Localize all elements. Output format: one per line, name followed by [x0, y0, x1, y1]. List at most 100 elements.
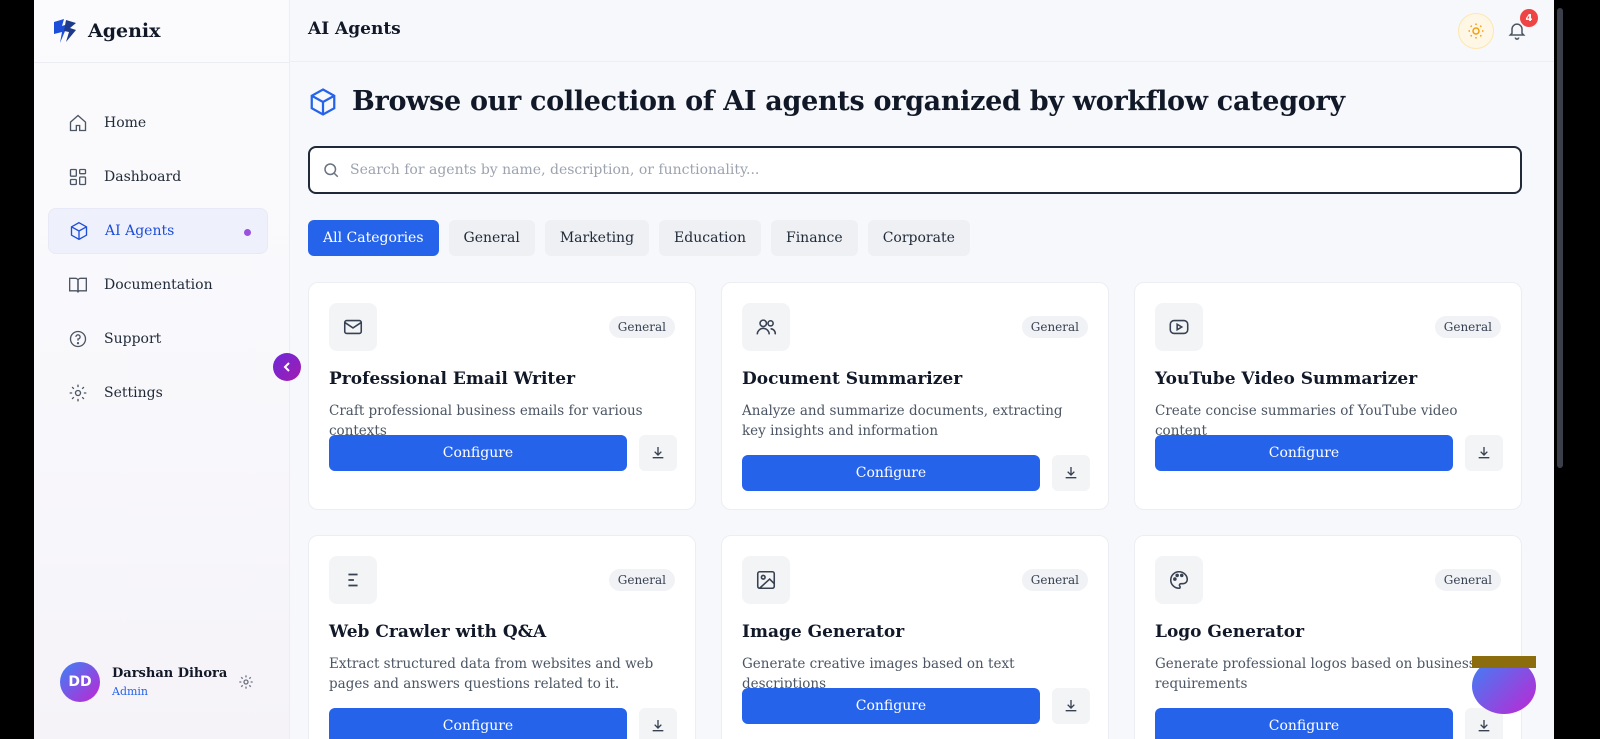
search-icon	[324, 163, 339, 178]
filter-chip-marketing[interactable]: Marketing	[544, 220, 650, 256]
filter-chip-finance[interactable]: Finance	[770, 220, 858, 256]
dashboard-icon	[69, 168, 87, 186]
main-content: Browse our collection of AI agents organ…	[290, 62, 1554, 739]
app-window: Agenix Home Dashboard AI Agents Document…	[34, 0, 1554, 739]
cube-icon	[70, 221, 88, 241]
avatar: DD	[60, 662, 100, 702]
sidebar-nav: Home Dashboard AI Agents Documentation S…	[48, 100, 268, 424]
agent-card: General Professional Email Writer Craft …	[308, 282, 696, 510]
filter-chip-all-categories[interactable]: All Categories	[308, 220, 439, 256]
sidebar-item-label: Home	[104, 115, 147, 131]
user-info: Darshan Dihora Admin	[112, 666, 227, 698]
agent-card: General YouTube Video Summarizer Create …	[1134, 282, 1522, 510]
configure-button[interactable]: Configure	[1155, 708, 1453, 739]
category-badge: General	[1021, 316, 1088, 338]
sidebar-item-home[interactable]: Home	[48, 100, 268, 146]
download-icon	[652, 720, 664, 732]
agent-description: Generate professional logos based on bus…	[1155, 656, 1476, 692]
agent-card: General Web Crawler with Q&A Extract str…	[308, 535, 696, 739]
agent-description: Extract structured data from websites an…	[329, 656, 654, 692]
cube-icon	[310, 87, 336, 116]
search-input[interactable]	[350, 162, 1500, 178]
sidebar-item-label: Documentation	[104, 277, 213, 293]
sidebar-item-label: AI Agents	[105, 223, 175, 239]
agent-title: Logo Generator	[1155, 622, 1305, 642]
download-icon	[1065, 700, 1077, 712]
filter-chip-general[interactable]: General	[448, 220, 535, 256]
page-heading-text: Browse our collection of AI agents organ…	[352, 86, 1345, 117]
agent-title: Web Crawler with Q&A	[329, 622, 547, 642]
agenix-logo-icon	[54, 19, 76, 43]
topbar: AI Agents 4	[290, 0, 1554, 62]
category-badge: General	[1434, 316, 1501, 338]
download-button[interactable]	[639, 435, 677, 471]
sidebar: Agenix Home Dashboard AI Agents Document…	[34, 0, 290, 739]
download-icon	[1478, 447, 1490, 459]
mail-icon	[329, 303, 377, 351]
sidebar-collapse-button[interactable]	[273, 353, 301, 381]
configure-button[interactable]: Configure	[742, 688, 1040, 724]
page-title: AI Agents	[308, 19, 401, 39]
sidebar-item-ai-agents[interactable]: AI Agents	[48, 208, 268, 254]
agent-card: General Document Summarizer Analyze and …	[721, 282, 1109, 510]
home-icon	[69, 114, 87, 132]
sidebar-item-label: Support	[104, 331, 162, 347]
category-filters: All Categories General Marketing Educati…	[308, 220, 970, 256]
help-circle-icon	[69, 330, 87, 348]
download-icon	[1065, 467, 1077, 479]
agent-title: YouTube Video Summarizer	[1155, 369, 1418, 389]
user-name: Darshan Dihora	[112, 666, 228, 681]
overlay-tag	[1472, 656, 1536, 668]
search-bar	[308, 146, 1522, 194]
palette-icon	[1155, 556, 1203, 604]
user-role: Admin	[112, 685, 149, 698]
divider	[34, 62, 290, 63]
gear-icon[interactable]	[238, 674, 254, 690]
image-icon	[742, 556, 790, 604]
user-profile-card[interactable]: DD Darshan Dihora Admin	[48, 652, 268, 712]
download-button[interactable]	[1052, 688, 1090, 724]
category-badge: General	[608, 316, 675, 338]
filter-chip-education[interactable]: Education	[659, 220, 761, 256]
sidebar-item-label: Settings	[104, 385, 163, 401]
brand-name: Agenix	[88, 20, 161, 42]
users-icon	[742, 303, 790, 351]
configure-button[interactable]: Configure	[1155, 435, 1453, 471]
configure-button[interactable]: Configure	[742, 455, 1040, 491]
category-badge: General	[1434, 569, 1501, 591]
agent-title: Professional Email Writer	[329, 369, 576, 389]
download-button[interactable]	[639, 708, 677, 739]
download-icon	[652, 447, 664, 459]
page-scrollbar[interactable]	[1557, 8, 1563, 468]
sidebar-item-documentation[interactable]: Documentation	[48, 262, 268, 308]
download-button[interactable]	[1465, 435, 1503, 471]
agent-card: General Logo Generator Generate professi…	[1134, 535, 1522, 739]
sidebar-item-label: Dashboard	[104, 169, 182, 185]
youtube-icon	[1155, 303, 1203, 351]
gear-icon	[69, 384, 87, 402]
filter-chip-corporate[interactable]: Corporate	[867, 220, 970, 256]
notifications-button[interactable]: 4	[1502, 9, 1538, 45]
agent-description: Analyze and summarize documents, extract…	[742, 403, 1063, 439]
agent-title: Image Generator	[742, 622, 905, 642]
category-badge: General	[1021, 569, 1088, 591]
active-indicator-dot	[244, 229, 251, 236]
brand[interactable]: Agenix	[50, 14, 160, 48]
sun-icon	[1468, 23, 1484, 39]
download-button[interactable]	[1052, 455, 1090, 491]
category-badge: General	[608, 569, 675, 591]
sidebar-item-settings[interactable]: Settings	[48, 370, 268, 416]
text-align-icon	[329, 556, 377, 604]
configure-button[interactable]: Configure	[329, 435, 627, 471]
book-icon	[69, 277, 87, 293]
notification-count-badge: 4	[1520, 9, 1538, 27]
agent-card: General Image Generator Generate creativ…	[721, 535, 1109, 739]
sidebar-item-support[interactable]: Support	[48, 316, 268, 362]
sidebar-item-dashboard[interactable]: Dashboard	[48, 154, 268, 200]
agent-title: Document Summarizer	[742, 369, 963, 389]
configure-button[interactable]: Configure	[329, 708, 627, 739]
chevron-left-icon	[283, 362, 290, 372]
theme-toggle-button[interactable]	[1458, 13, 1494, 49]
page-heading: Browse our collection of AI agents organ…	[308, 86, 1345, 117]
download-icon	[1478, 720, 1490, 732]
